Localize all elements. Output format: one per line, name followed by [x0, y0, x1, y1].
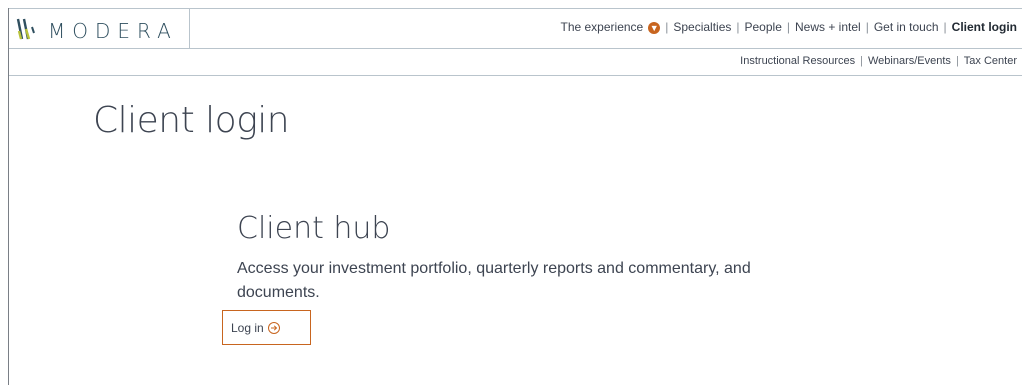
nav-separator: |	[786, 20, 790, 34]
nav-item-client-login[interactable]: Client login	[952, 20, 1017, 34]
subnav-item-instructional-resources[interactable]: Instructional Resources	[740, 55, 855, 67]
nav-item-specialties[interactable]: Specialties	[673, 20, 731, 34]
login-button[interactable]: Log in	[222, 310, 311, 345]
header-bottom-divider	[9, 75, 1022, 76]
login-button-label: Log in	[231, 320, 264, 335]
nav-separator: |	[736, 20, 740, 34]
sub-nav: Instructional Resources | Webinars/Event…	[740, 55, 1017, 67]
subnav-item-webinars-events[interactable]: Webinars/Events	[868, 55, 951, 67]
hub-title: Client hub	[237, 211, 391, 246]
modera-logo-icon	[16, 18, 35, 40]
header-mid-divider	[9, 48, 1022, 49]
subnav-item-tax-center[interactable]: Tax Center	[964, 55, 1017, 67]
main-nav: The experience ▼ | Specialties | People |…	[561, 20, 1018, 34]
site-header: MODERA The experience ▼ | Specialties | P…	[9, 0, 1022, 76]
page-title: Client login	[93, 100, 290, 141]
nav-separator: |	[943, 20, 947, 34]
nav-item-news-intel[interactable]: News + intel	[795, 20, 861, 34]
logo[interactable]: MODERA	[9, 9, 190, 48]
nav-separator: |	[955, 55, 959, 67]
chevron-down-icon: ▼	[648, 21, 661, 34]
brand-name: MODERA	[48, 19, 178, 43]
nav-item-people[interactable]: People	[745, 20, 782, 34]
arrow-right-circle-icon	[267, 321, 280, 334]
nav-separator: |	[665, 20, 669, 34]
hub-description: Access your investment portfolio, quarte…	[237, 260, 751, 301]
nav-item-get-in-touch[interactable]: Get in touch	[874, 20, 939, 34]
nav-item-label: The experience	[560, 20, 644, 34]
nav-item-experience[interactable]: The experience ▼	[561, 20, 661, 34]
nav-separator: |	[860, 55, 863, 67]
nav-separator: |	[865, 20, 869, 34]
